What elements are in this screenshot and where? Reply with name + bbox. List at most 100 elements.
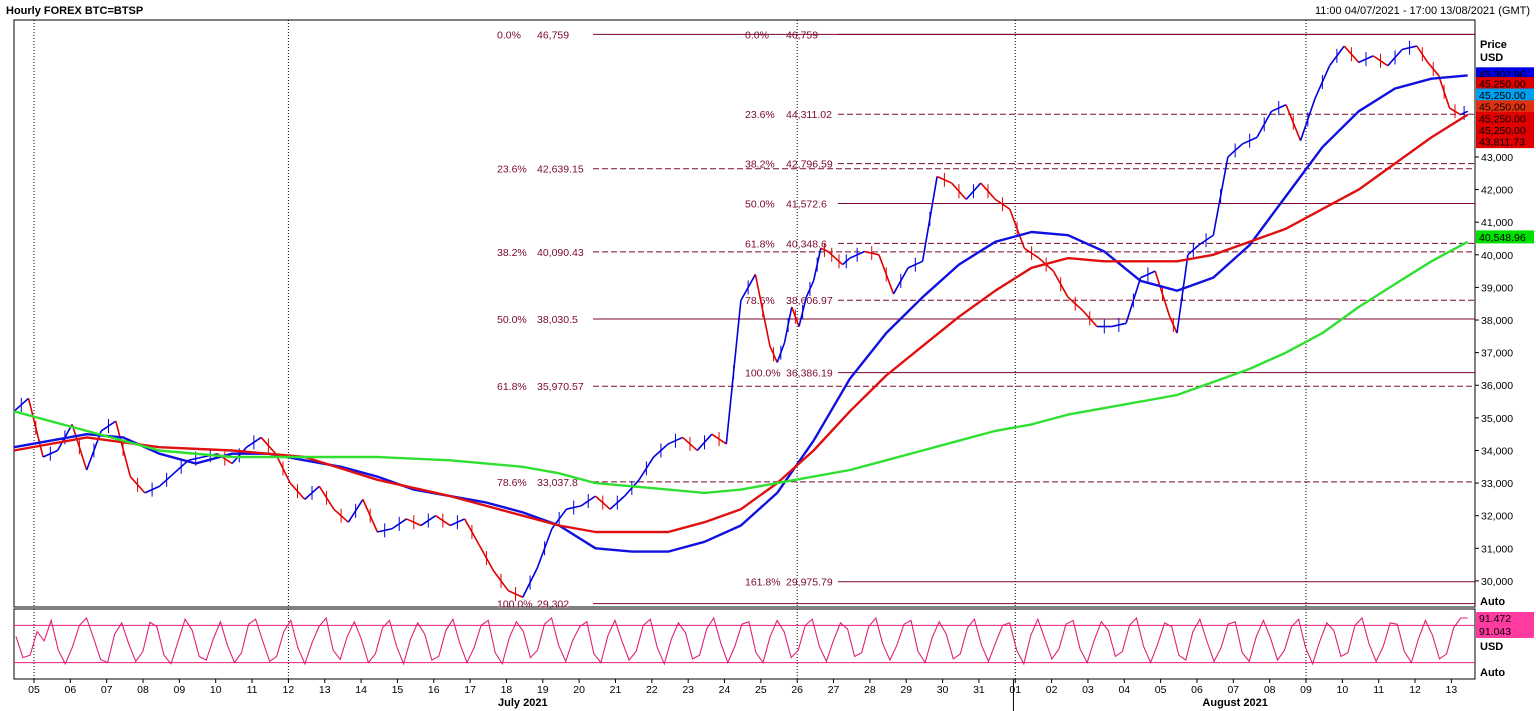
- date-tick-label: 09: [1300, 684, 1312, 696]
- date-tick-label: 20: [573, 684, 585, 696]
- price-badge-label: 43,811.73: [1479, 137, 1525, 149]
- date-tick-label: 09: [174, 684, 186, 696]
- price-tick-label: 41,000: [1481, 217, 1513, 229]
- price-tick-label: 32,000: [1481, 511, 1513, 523]
- date-range: 11:00 04/07/2021 - 17:00 13/08/2021 (GMT…: [1315, 5, 1530, 17]
- fib-value-label: 42,796.59: [786, 159, 833, 171]
- price-badge-label: 45,250.00: [1479, 90, 1526, 102]
- fib-pct-label: 50.0%: [497, 314, 527, 326]
- date-tick-label: 11: [1373, 684, 1384, 696]
- date-tick-label: 24: [719, 684, 731, 696]
- date-tick-label: 12: [283, 684, 295, 696]
- price-tick-label: 38,000: [1481, 315, 1513, 327]
- fib-pct-label: 23.6%: [745, 109, 775, 121]
- price-tick-label: 36,000: [1481, 380, 1513, 392]
- date-tick-label: 13: [1446, 684, 1458, 696]
- rsi-auto-label[interactable]: Auto: [1480, 667, 1505, 679]
- fib-value-label: 46,759: [537, 29, 569, 41]
- btc-forex-chart: Hourly FOREX BTC=BTSP 11:00 04/07/2021 -…: [0, 0, 1536, 711]
- date-tick-label: 06: [1191, 684, 1203, 696]
- date-tick-label: 22: [646, 684, 658, 696]
- date-tick-label: 21: [610, 684, 622, 696]
- fib-pct-label: 61.8%: [497, 381, 527, 393]
- date-tick-label: 29: [900, 684, 912, 696]
- fib-pct-label: 50.0%: [745, 199, 775, 211]
- fib-value-label: 36,386.19: [786, 368, 833, 380]
- fib-value-label: 46,759: [786, 29, 818, 41]
- fib-pct-label: 100.0%: [497, 599, 533, 611]
- price-tick-label: 30,000: [1481, 576, 1513, 588]
- date-tick-label: 14: [355, 684, 367, 696]
- price-badge-label: 45,250.00: [1479, 113, 1526, 125]
- date-tick-label: 11: [247, 684, 258, 696]
- date-tick-label: 08: [1264, 684, 1276, 696]
- fib-value-label: 42,639.15: [537, 164, 584, 176]
- date-tick-label: 30: [937, 684, 949, 696]
- date-tick-label: 23: [682, 684, 694, 696]
- chart-title: Hourly FOREX BTC=BTSP: [6, 5, 143, 17]
- fib-pct-label: 61.8%: [745, 238, 775, 250]
- fib-value-label: 40,090.43: [537, 247, 584, 259]
- date-tick-label: 02: [1046, 684, 1058, 696]
- fib-pct-label: 161.8%: [745, 577, 781, 589]
- date-tick-label: 07: [101, 684, 113, 696]
- price-tick-label: 42,000: [1481, 185, 1513, 197]
- date-tick-label: 01: [1009, 684, 1021, 696]
- rsi-readout-label: 91.043: [1479, 626, 1511, 638]
- date-tick-label: 19: [537, 684, 549, 696]
- date-tick-label: 03: [1082, 684, 1094, 696]
- date-tick-label: 27: [828, 684, 840, 696]
- fib-pct-label: 23.6%: [497, 164, 527, 176]
- date-tick-label: 10: [1337, 684, 1349, 696]
- fib-value-label: 38,606.97: [786, 295, 833, 307]
- date-tick-label: 12: [1409, 684, 1421, 696]
- price-tick-label: 35,000: [1481, 413, 1513, 425]
- price-badge-label: 45,250.00: [1479, 102, 1526, 114]
- fib-pct-label: 100.0%: [745, 368, 781, 380]
- date-tick-label: 18: [501, 684, 513, 696]
- price-axis-title: Price: [1480, 39, 1507, 51]
- fib-value-label: 38,030.5: [537, 314, 578, 326]
- date-tick-label: 07: [1227, 684, 1239, 696]
- price-tick-label: 39,000: [1481, 282, 1513, 294]
- date-tick-label: 04: [1118, 684, 1130, 696]
- date-tick-label: 06: [64, 684, 76, 696]
- fib-pct-label: 78.6%: [497, 477, 527, 489]
- date-tick-label: 25: [755, 684, 767, 696]
- fib-value-label: 41,572.6: [786, 199, 827, 211]
- price-auto-label[interactable]: Auto: [1480, 596, 1505, 608]
- fib-pct-label: 38.2%: [745, 159, 775, 171]
- date-tick-label: 05: [28, 684, 40, 696]
- month-label: July 2021: [498, 697, 548, 709]
- price-axis-unit: USD: [1480, 52, 1503, 64]
- rsi-unit: USD: [1480, 641, 1503, 653]
- chart-background: [0, 0, 1536, 711]
- date-tick-label: 13: [319, 684, 331, 696]
- date-tick-label: 17: [464, 684, 476, 696]
- date-tick-label: 28: [864, 684, 876, 696]
- date-tick-label: 10: [210, 684, 222, 696]
- price-tick-label: 31,000: [1481, 543, 1513, 555]
- date-tick-label: 05: [1155, 684, 1167, 696]
- fib-pct-label: 0.0%: [497, 29, 521, 41]
- fib-value-label: 44,311.02: [786, 109, 832, 121]
- fib-value-label: 35,970.57: [537, 381, 584, 393]
- price-tick-label: 37,000: [1481, 348, 1513, 360]
- month-label: August 2021: [1202, 697, 1267, 709]
- date-tick-label: 26: [791, 684, 803, 696]
- rsi-readout-label: 91.472: [1479, 613, 1511, 625]
- price-tick-label: 40,000: [1481, 250, 1513, 262]
- date-tick-label: 16: [428, 684, 440, 696]
- fib-pct-label: 0.0%: [745, 29, 769, 41]
- price-badge-label: 40,548.96: [1479, 232, 1526, 244]
- fib-value-label: 33,037.8: [537, 477, 578, 489]
- date-tick-label: 08: [137, 684, 149, 696]
- date-tick-label: 15: [392, 684, 404, 696]
- fib-pct-label: 38.2%: [497, 247, 527, 259]
- price-tick-label: 33,000: [1481, 478, 1513, 490]
- fib-value-label: 29,302: [537, 599, 569, 611]
- fib-value-label: 29,975.79: [786, 577, 833, 589]
- date-tick-label: 31: [973, 684, 985, 696]
- price-tick-label: 34,000: [1481, 445, 1513, 457]
- price-tick-label: 43,000: [1481, 152, 1513, 164]
